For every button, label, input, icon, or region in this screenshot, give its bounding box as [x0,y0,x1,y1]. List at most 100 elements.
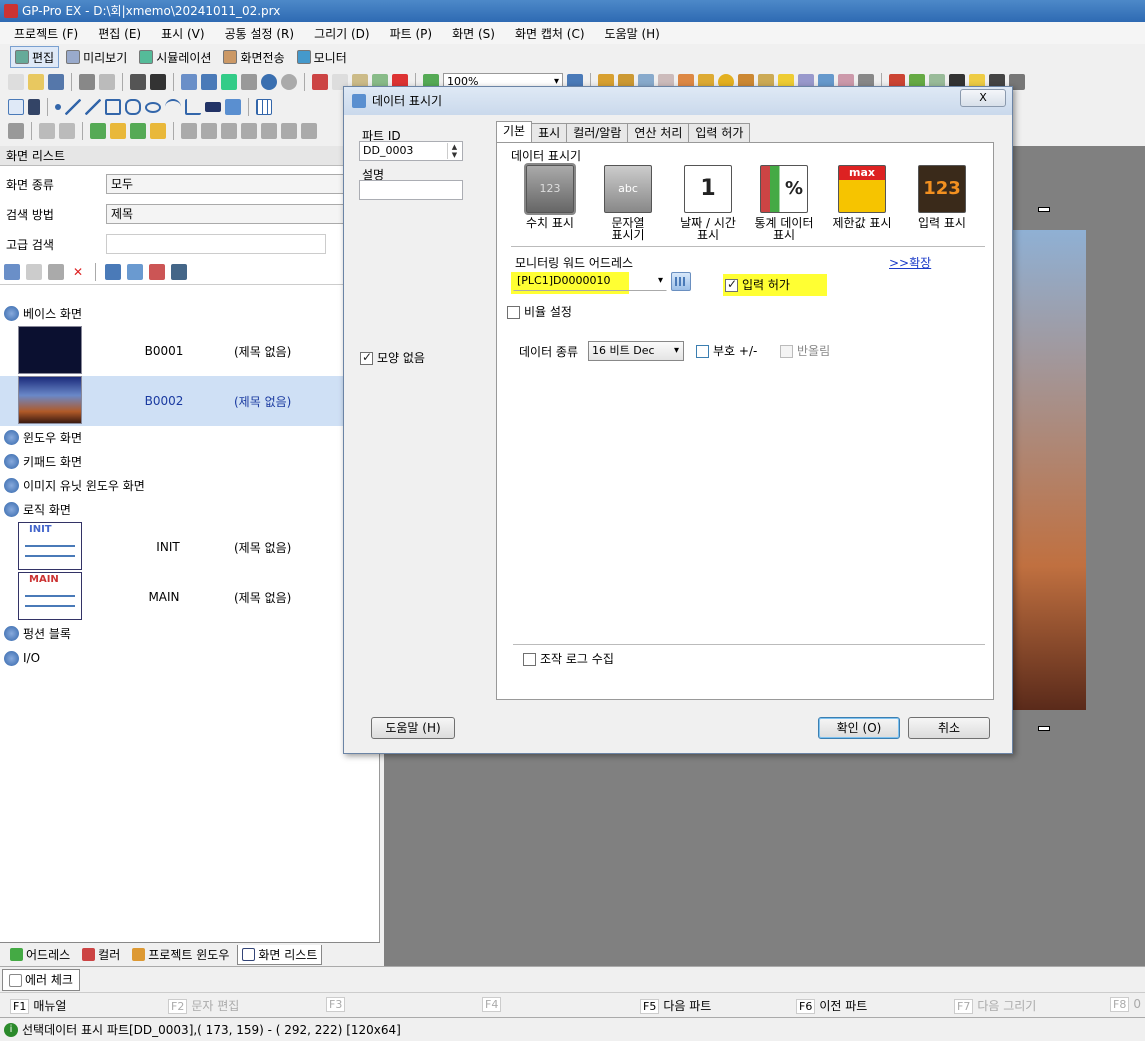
fkey-f8[interactable]: F8 0 [1110,997,1141,1012]
arc-tool-icon[interactable] [165,99,181,115]
tree-logic-screens[interactable]: 로직 화면 [4,499,71,519]
menu-help[interactable]: 도움말 (H) [605,25,660,42]
resize-handle[interactable] [1038,207,1050,212]
resize-handle[interactable] [1038,726,1050,731]
tab-address[interactable]: 어드레스 [6,945,74,965]
screen-title[interactable]: (제목 없음) [234,393,291,410]
align-middle-icon[interactable] [261,123,277,139]
fkey-f7[interactable]: F7 다음 그리기 [954,997,1036,1014]
monitor-address-field[interactable]: [PLC1]D0000010 ▾ [513,271,667,291]
address-input-button[interactable] [671,272,691,291]
tree-base-screens[interactable]: 베이스 화면 [4,303,82,323]
mode-preview-button[interactable]: 미리보기 [61,46,132,68]
menu-parts[interactable]: 파트 (P) [390,25,433,42]
group-icon[interactable] [39,123,55,139]
mode-simulation-button[interactable]: 시뮬레이션 [134,46,216,68]
screen-icon[interactable] [201,74,217,90]
send-back-icon[interactable] [110,123,126,139]
cut-icon[interactable] [312,74,328,90]
text-tool-icon[interactable] [28,99,40,115]
tree-image-unit-screens[interactable]: 이미지 유닛 윈도우 화면 [4,475,145,495]
fkey-f6[interactable]: F6 이전 파트 [796,997,867,1014]
delete-icon[interactable]: ✕ [70,264,86,280]
table-tool-icon[interactable] [256,99,272,115]
copy-screen-icon[interactable] [26,263,42,280]
fkey-f3[interactable]: F3 [326,997,349,1012]
operation-log-checkbox[interactable]: 조작 로그 수집 [523,650,614,667]
mode-monitor-button[interactable]: 모니터 [292,46,352,68]
align-right-icon[interactable] [221,123,237,139]
advanced-search-input[interactable] [106,234,326,254]
close-button[interactable]: X [960,89,1006,107]
tab-basic[interactable]: 기본 [496,121,533,143]
chevron-down-icon[interactable]: ▾ [658,272,663,290]
tab-color-alarm[interactable]: 컬러/알람 [566,123,629,143]
line-tool-icon[interactable] [65,99,81,115]
picture-tool-icon[interactable] [225,99,241,115]
type-statistics-display[interactable]: % 통계 데이터 표시 [745,165,823,241]
fkey-f1[interactable]: F1 매뉴얼 [10,997,66,1014]
distribute-icon[interactable] [301,123,317,139]
ok-button[interactable]: 확인 (O) [818,717,900,739]
error-check-tab[interactable]: 에러 체크 [2,969,80,991]
spinner-icon[interactable]: ▲ ▼ [447,143,461,159]
new-screen-icon[interactable] [181,74,197,90]
menu-view[interactable]: 표시 (V) [161,25,204,42]
print-preview-icon[interactable] [99,74,115,90]
tab-screen-list[interactable]: 화면 리스트 [237,944,323,965]
part-id-field[interactable]: DD_0003 ▲ ▼ [359,141,463,161]
logic-code[interactable]: INIT [128,540,208,554]
forward-icon[interactable] [130,123,146,139]
new-icon[interactable] [8,74,24,90]
description-field[interactable] [359,180,463,200]
tab-display[interactable]: 표시 [531,123,568,143]
logic-code[interactable]: MAIN [124,590,204,604]
bring-front-icon[interactable] [90,123,106,139]
import-icon[interactable] [221,74,237,90]
polygon-tool-icon[interactable] [125,99,141,115]
tab-project-window[interactable]: 프로젝트 윈도우 [128,945,233,965]
pin-icon[interactable] [8,123,24,139]
fkey-f5[interactable]: F5 다음 파트 [640,997,711,1014]
type-limit-display[interactable]: max 제한값 표시 [823,165,901,229]
dot-tool-icon[interactable] [55,104,61,110]
paste-screen-icon[interactable] [48,263,64,280]
new-screen-icon[interactable] [4,263,20,280]
no-shape-checkbox[interactable]: 모양 없음 [360,349,425,366]
expand-link[interactable]: >>확장 [889,254,931,271]
align-bottom-icon[interactable] [281,123,297,139]
input-permit-checkbox[interactable]: 입력 허가 [725,276,790,293]
save-icon[interactable] [48,74,64,90]
type-datetime-display[interactable]: 1 날짜 / 시간 표시 [669,165,747,241]
rectangle-tool-icon[interactable] [105,99,121,115]
type-input-display[interactable]: 123 입력 표시 [903,165,981,229]
data-type-select[interactable]: 16 비트 Dec ▾ [588,341,684,361]
ratio-setting-checkbox[interactable]: 비율 설정 [507,303,572,320]
screen-code[interactable]: B0002 [124,394,204,408]
find-icon[interactable] [130,74,146,90]
screen-thumbnail-b0002[interactable] [18,376,82,424]
mode-transfer-button[interactable]: 화면전송 [218,46,289,68]
screen-type-select[interactable]: 모두 [106,174,346,194]
redo-icon[interactable] [281,74,297,90]
tab-input-permit[interactable]: 입력 허가 [688,123,751,143]
type-numeric-display[interactable]: 123 수치 표시 [511,165,589,229]
ungroup-icon[interactable] [59,123,75,139]
cancel-button[interactable]: 취소 [908,717,990,739]
menu-common-settings[interactable]: 공통 설정 (R) [225,25,295,42]
screen-title[interactable]: (제목 없음) [234,343,291,360]
screen-thumbnail-b0001[interactable] [18,326,82,374]
logic-title[interactable]: (제목 없음) [234,539,291,556]
help-button[interactable]: 도움말 (H) [371,717,455,739]
select-arrow-icon[interactable] [8,99,24,115]
mode-edit-button[interactable]: 편집 [10,46,60,68]
tree-window-screens[interactable]: 윈도우 화면 [4,427,82,447]
logic-title[interactable]: (제목 없음) [234,589,291,606]
polyline-tool-icon[interactable] [85,99,101,115]
tab-operation[interactable]: 연산 처리 [627,123,690,143]
search-method-select[interactable]: 제목 [106,204,346,224]
open-icon[interactable] [28,74,44,90]
menu-project[interactable]: 프로젝트 (F) [14,25,78,42]
sign-checkbox[interactable]: 부호 +/- [696,342,757,359]
screen-open-icon[interactable] [127,263,143,280]
